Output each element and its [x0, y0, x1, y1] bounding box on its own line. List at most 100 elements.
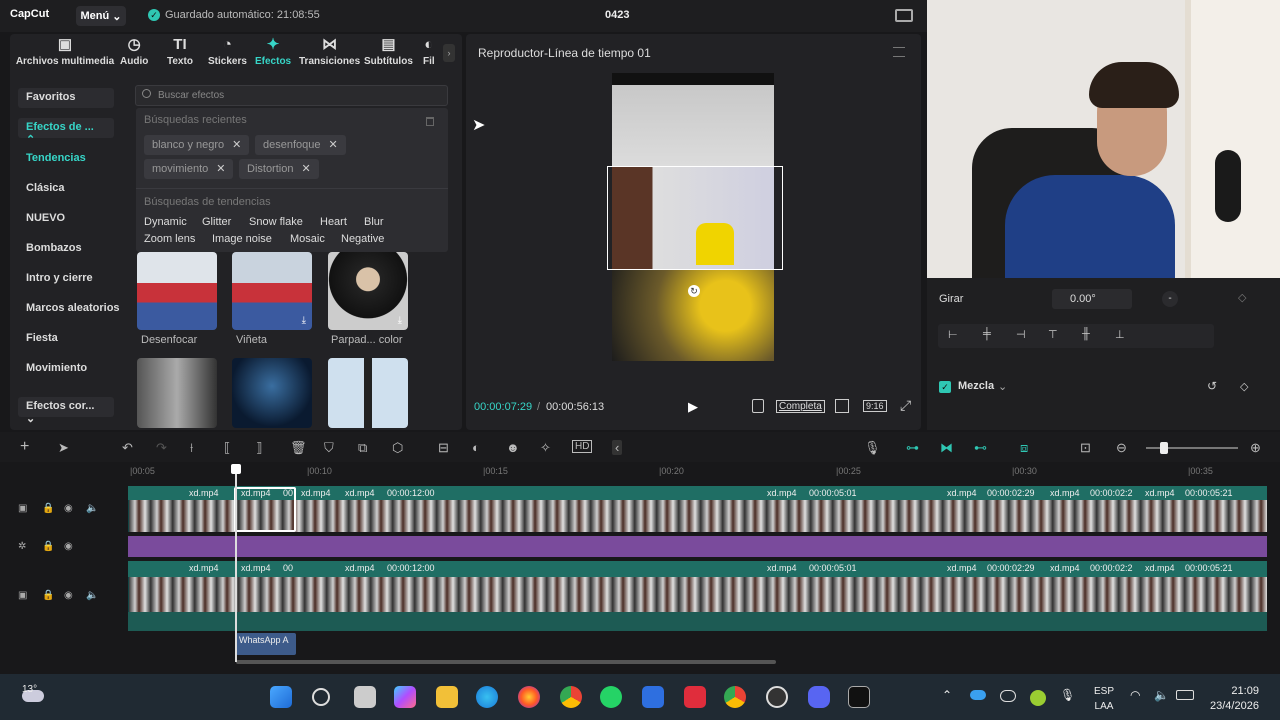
- microphone-icon[interactable]: 🎙: [864, 440, 881, 456]
- link-main-icon[interactable]: ⊶: [906, 440, 919, 456]
- align-bottom-icon[interactable]: ⊥: [1115, 328, 1125, 341]
- trend-item[interactable]: Negative: [341, 233, 384, 245]
- category-favorites[interactable]: Favoritos: [18, 88, 114, 108]
- download-icon[interactable]: ⤓: [302, 315, 306, 326]
- chevron-up-icon[interactable]: ⌃: [942, 688, 952, 702]
- speaker-icon[interactable]: 🔈: [86, 503, 98, 514]
- transform-icon[interactable]: ⬡: [392, 440, 403, 456]
- menu-button[interactable]: Menú ⌄: [76, 6, 126, 26]
- tab-effects[interactable]: ✦ Efectos: [255, 36, 291, 67]
- collapse-icon[interactable]: ‹: [612, 440, 623, 455]
- zoom-in-icon[interactable]: ⊕: [1250, 440, 1261, 456]
- whatsapp-icon[interactable]: [600, 686, 622, 708]
- focus-icon[interactable]: [835, 399, 849, 413]
- recent-chip[interactable]: Distortion ✕: [239, 159, 319, 179]
- close-icon[interactable]: ✕: [301, 163, 310, 175]
- github-icon[interactable]: [766, 686, 788, 708]
- split-right-icon[interactable]: ⟧: [256, 440, 262, 456]
- category-effects-group[interactable]: Efectos de ... ⌃: [18, 118, 114, 146]
- search-input[interactable]: Buscar efectos: [135, 85, 448, 106]
- time-ruler[interactable]: [128, 462, 1280, 480]
- effect-thumbnail[interactable]: ⤓: [328, 252, 408, 330]
- lock-icon[interactable]: 🔒: [42, 541, 54, 552]
- trend-item[interactable]: Dynamic: [144, 216, 187, 228]
- recent-chip[interactable]: blanco y negro ✕: [144, 135, 250, 155]
- redo-icon[interactable]: ↷: [156, 440, 167, 456]
- wps-icon[interactable]: [684, 686, 706, 708]
- magnet-icon[interactable]: ⧓: [940, 440, 953, 456]
- effect-thumbnail[interactable]: [328, 358, 408, 428]
- tab-text[interactable]: TI Texto: [167, 36, 193, 67]
- align-left-icon[interactable]: ⊢: [948, 328, 958, 341]
- playhead-handle[interactable]: [231, 464, 241, 474]
- keyframe-icon[interactable]: ◇: [1240, 380, 1248, 393]
- fullscreen-icon[interactable]: ⤢: [900, 397, 911, 414]
- cloud-icon[interactable]: [1000, 690, 1016, 702]
- effect-thumbnail[interactable]: ⤓: [232, 252, 312, 330]
- lock-icon[interactable]: 🔒: [42, 590, 54, 601]
- tab-audio[interactable]: ◷ Audio: [120, 36, 148, 67]
- keyframe-icon[interactable]: ◇: [1238, 291, 1246, 304]
- close-icon[interactable]: ✕: [216, 163, 225, 175]
- close-icon[interactable]: ✕: [329, 139, 338, 151]
- add-icon[interactable]: +: [20, 438, 29, 456]
- layout-icon[interactable]: [895, 9, 913, 22]
- menu-icon[interactable]: [893, 47, 905, 57]
- trend-item[interactable]: Snow flake: [249, 216, 303, 228]
- rotate-dial[interactable]: -: [1162, 291, 1178, 307]
- shield-icon[interactable]: ⛉: [324, 440, 334, 456]
- system-clock[interactable]: 21:09 23/4/2026: [1210, 684, 1259, 714]
- tab-media[interactable]: ▣ Archivos multimedia: [15, 36, 115, 67]
- trend-item[interactable]: Heart: [320, 216, 347, 228]
- tab-transitions[interactable]: ⋈ Transiciones: [299, 36, 360, 67]
- trend-item[interactable]: Zoom lens: [144, 233, 195, 245]
- tiktok-icon[interactable]: [752, 399, 764, 413]
- track-cover-icon[interactable]: ▣: [18, 503, 27, 514]
- speaker-icon[interactable]: 🔈: [86, 590, 98, 601]
- category-frames[interactable]: Marcos aleatorios: [26, 302, 120, 314]
- store-icon[interactable]: [642, 686, 664, 708]
- chevron-down-icon[interactable]: ⌄: [998, 380, 1007, 393]
- category-movement[interactable]: Movimiento: [26, 362, 87, 374]
- recent-chip[interactable]: movimiento ✕: [144, 159, 234, 179]
- delete-icon[interactable]: 🗑: [290, 440, 307, 456]
- reset-icon[interactable]: ↺: [1207, 379, 1217, 393]
- project-name[interactable]: 0423: [605, 9, 629, 21]
- split-left-icon[interactable]: ⟦: [224, 440, 230, 456]
- battery-icon[interactable]: [1176, 690, 1194, 700]
- tab-filters[interactable]: ◐ Fil: [423, 36, 435, 67]
- effect-thumbnail[interactable]: [137, 358, 217, 428]
- discord-icon[interactable]: [808, 686, 830, 708]
- copilot-icon[interactable]: [394, 686, 416, 708]
- firefox-icon[interactable]: [518, 686, 540, 708]
- full-quality-button[interactable]: Completa: [776, 400, 825, 413]
- rotate-icon[interactable]: ↻: [688, 285, 700, 297]
- eye-icon[interactable]: ◉: [64, 590, 73, 601]
- trend-item[interactable]: Mosaic: [290, 233, 325, 245]
- blend-label[interactable]: Mezcla: [958, 380, 994, 392]
- zoom-slider-handle[interactable]: [1160, 442, 1168, 454]
- selection-box[interactable]: [607, 166, 783, 270]
- hd-icon[interactable]: HD: [572, 440, 593, 453]
- category-new[interactable]: NUEVO: [26, 212, 65, 224]
- onedrive-icon[interactable]: [970, 690, 986, 700]
- undo-icon[interactable]: ↶: [122, 440, 133, 456]
- audio-clip[interactable]: WhatsApp A: [236, 633, 296, 655]
- category-party[interactable]: Fiesta: [26, 332, 58, 344]
- speed-icon[interactable]: ⊟: [438, 440, 449, 456]
- recent-chip[interactable]: desenfoque ✕: [255, 135, 346, 155]
- category-classic[interactable]: Clásica: [26, 182, 65, 194]
- trash-icon[interactable]: [426, 117, 434, 126]
- select-tool-icon[interactable]: ➤: [58, 440, 69, 456]
- magic-icon[interactable]: ✧: [540, 440, 551, 456]
- category-trending[interactable]: Tendencias: [26, 152, 86, 164]
- trend-item[interactable]: Blur: [364, 216, 384, 228]
- preview-axis-icon[interactable]: ⧈: [1020, 440, 1028, 456]
- align-middle-icon[interactable]: ╫: [1082, 328, 1090, 340]
- tab-subtitles[interactable]: ▤ Subtítulos: [364, 36, 413, 67]
- close-icon[interactable]: ✕: [232, 139, 241, 151]
- download-icon[interactable]: ⤓: [398, 315, 402, 326]
- track-cover-icon[interactable]: ▣: [18, 590, 27, 601]
- chrome-profile-icon[interactable]: [724, 686, 746, 708]
- aspect-ratio-button[interactable]: 9:16: [863, 400, 887, 412]
